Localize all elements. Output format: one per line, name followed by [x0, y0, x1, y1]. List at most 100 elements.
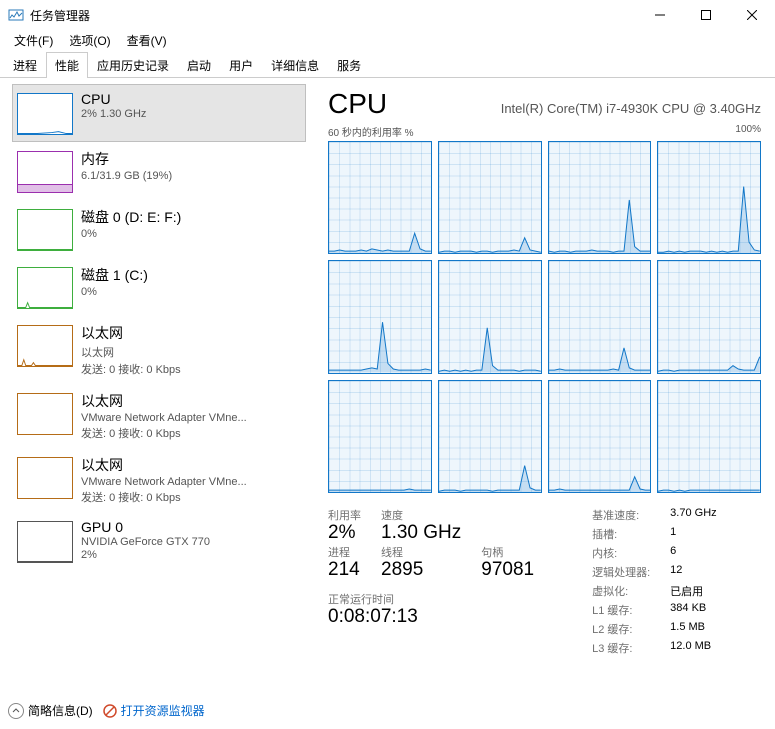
cpu-core-chart-10 [548, 380, 652, 493]
chart-label-right: 100% [735, 124, 761, 139]
minimize-button[interactable] [637, 0, 683, 30]
right-stat-label: L2 缓存: [592, 621, 650, 637]
speed-label: 速度 [381, 507, 461, 523]
right-stat-value: 1 [670, 526, 716, 542]
speed-value: 1.30 GHz [381, 522, 461, 544]
cpu-core-chart-4 [328, 260, 432, 373]
cpu-core-chart-8 [328, 380, 432, 493]
chart-label-left: 60 秒内的利用率 % [328, 124, 414, 139]
uptime-label: 正常运行时间 [328, 591, 534, 607]
tab-users[interactable]: 用户 [220, 52, 262, 78]
sidebar-item-title: 内存 [81, 149, 172, 169]
window-title: 任务管理器 [30, 7, 637, 24]
tab-services[interactable]: 服务 [328, 52, 370, 78]
sidebar-item-sub: VMware Network Adapter VMne... [81, 412, 247, 424]
uptime-value: 0:08:07:13 [328, 606, 534, 628]
sidebar-item-sub2: 2% [81, 549, 210, 561]
thr-label: 线程 [381, 544, 461, 560]
cpu-core-chart-6 [548, 260, 652, 373]
sidebar-item-gpu0[interactable]: GPU 0 NVIDIA GeForce GTX 770 2% [12, 512, 306, 570]
cpu-model: Intel(R) Core(TM) i7-4930K CPU @ 3.40GHz [501, 101, 761, 116]
sidebar-item-title: 以太网 [81, 455, 247, 475]
content-title: CPU [328, 88, 387, 120]
sidebar-item-sub: 0% [81, 286, 148, 298]
menu-file[interactable]: 文件(F) [6, 30, 61, 51]
sidebar-item-sub: VMware Network Adapter VMne... [81, 476, 247, 488]
hnd-label: 句柄 [481, 544, 534, 560]
sidebar-item-sub: 0% [81, 228, 181, 240]
sidebar-item-memory[interactable]: 内存 6.1/31.9 GB (19%) [12, 142, 306, 200]
menubar: 文件(F) 选项(O) 查看(V) [0, 30, 775, 50]
sidebar-item-ethernet1[interactable]: 以太网 VMware Network Adapter VMne... 发送: 0… [12, 384, 306, 448]
right-stat-label: 虚拟化: [592, 583, 650, 599]
tab-app-history[interactable]: 应用历史记录 [88, 52, 178, 78]
right-stat-label: L3 缓存: [592, 640, 650, 656]
sidebar-item-ethernet2[interactable]: 以太网 VMware Network Adapter VMne... 发送: 0… [12, 448, 306, 512]
main-area: CPU 2% 1.30 GHz 内存 6.1/31.9 GB (19%) 磁盘 … [0, 78, 775, 698]
bottom-bar: 简略信息(D) 打开资源监视器 [8, 702, 205, 719]
sidebar-item-disk1[interactable]: 磁盘 1 (C:) 0% [12, 258, 306, 316]
right-stat-value: 384 KB [670, 602, 716, 618]
sidebar-item-sub: 以太网 [81, 344, 181, 360]
sidebar-item-title: 以太网 [81, 391, 247, 411]
right-stat-label: 内核: [592, 545, 650, 561]
sidebar-item-sub: NVIDIA GeForce GTX 770 [81, 536, 210, 548]
cpu-chart-grid[interactable] [328, 141, 761, 493]
proc-value: 214 [328, 559, 361, 581]
cpu-core-chart-0 [328, 141, 432, 254]
right-stat-label: 基准速度: [592, 507, 650, 523]
gpu-thumb [17, 521, 73, 563]
cpu-core-chart-2 [548, 141, 652, 254]
util-value: 2% [328, 522, 361, 544]
stats-right: 基准速度:3.70 GHz插槽:1内核:6逻辑处理器:12虚拟化:已启用L1 缓… [592, 507, 717, 656]
cpu-core-chart-9 [438, 380, 542, 493]
sidebar-item-title: GPU 0 [81, 519, 210, 535]
sidebar-item-disk0[interactable]: 磁盘 0 (D: E: F:) 0% [12, 200, 306, 258]
chevron-up-icon [8, 703, 24, 719]
stats-area: 利用率2% 速度1.30 GHz 进程214 线程2895 句柄97081 正常… [328, 507, 761, 656]
net-thumb [17, 393, 73, 435]
fewer-details-button[interactable]: 简略信息(D) [8, 702, 93, 719]
tab-strip: 进程 性能 应用历史记录 启动 用户 详细信息 服务 [0, 54, 775, 78]
cpu-thumb [17, 93, 73, 135]
proc-label: 进程 [328, 544, 361, 560]
open-resmon-link[interactable]: 打开资源监视器 [103, 702, 205, 719]
close-button[interactable] [729, 0, 775, 30]
hnd-value: 97081 [481, 559, 534, 581]
cpu-core-chart-3 [657, 141, 761, 254]
right-stat-value: 12 [670, 564, 716, 580]
tab-startup[interactable]: 启动 [178, 52, 220, 78]
sidebar-item-ethernet0[interactable]: 以太网 以太网 发送: 0 接收: 0 Kbps [12, 316, 306, 384]
tab-processes[interactable]: 进程 [4, 52, 46, 78]
cpu-core-chart-7 [657, 260, 761, 373]
sidebar-item-title: CPU [81, 91, 146, 107]
sidebar-item-title: 磁盘 1 (C:) [81, 265, 148, 285]
tab-details[interactable]: 详细信息 [262, 52, 328, 78]
sidebar-item-sub2: 发送: 0 接收: 0 Kbps [81, 361, 181, 377]
right-stat-value: 1.5 MB [670, 621, 716, 637]
content-panel: CPU Intel(R) Core(TM) i7-4930K CPU @ 3.4… [310, 78, 775, 698]
right-stat-value: 3.70 GHz [670, 507, 716, 523]
memory-thumb [17, 151, 73, 193]
sidebar-item-sub2: 发送: 0 接收: 0 Kbps [81, 489, 247, 505]
sidebar-item-title: 磁盘 0 (D: E: F:) [81, 207, 181, 227]
sidebar-item-title: 以太网 [81, 323, 181, 343]
sidebar-item-sub: 6.1/31.9 GB (19%) [81, 170, 172, 182]
maximize-button[interactable] [683, 0, 729, 30]
menu-options[interactable]: 选项(O) [61, 30, 118, 51]
sidebar-item-sub: 2% 1.30 GHz [81, 108, 146, 120]
right-stat-label: 逻辑处理器: [592, 564, 650, 580]
thr-value: 2895 [381, 559, 461, 581]
util-label: 利用率 [328, 507, 361, 523]
window-controls [637, 0, 775, 30]
sidebar-item-cpu[interactable]: CPU 2% 1.30 GHz [12, 84, 306, 142]
menu-view[interactable]: 查看(V) [119, 30, 175, 51]
app-icon [8, 7, 24, 23]
titlebar: 任务管理器 [0, 0, 775, 30]
cpu-core-chart-11 [657, 380, 761, 493]
resmon-icon [103, 704, 117, 718]
right-stat-value: 已启用 [670, 583, 716, 599]
cpu-core-chart-1 [438, 141, 542, 254]
cpu-core-chart-5 [438, 260, 542, 373]
tab-performance[interactable]: 性能 [46, 52, 88, 78]
